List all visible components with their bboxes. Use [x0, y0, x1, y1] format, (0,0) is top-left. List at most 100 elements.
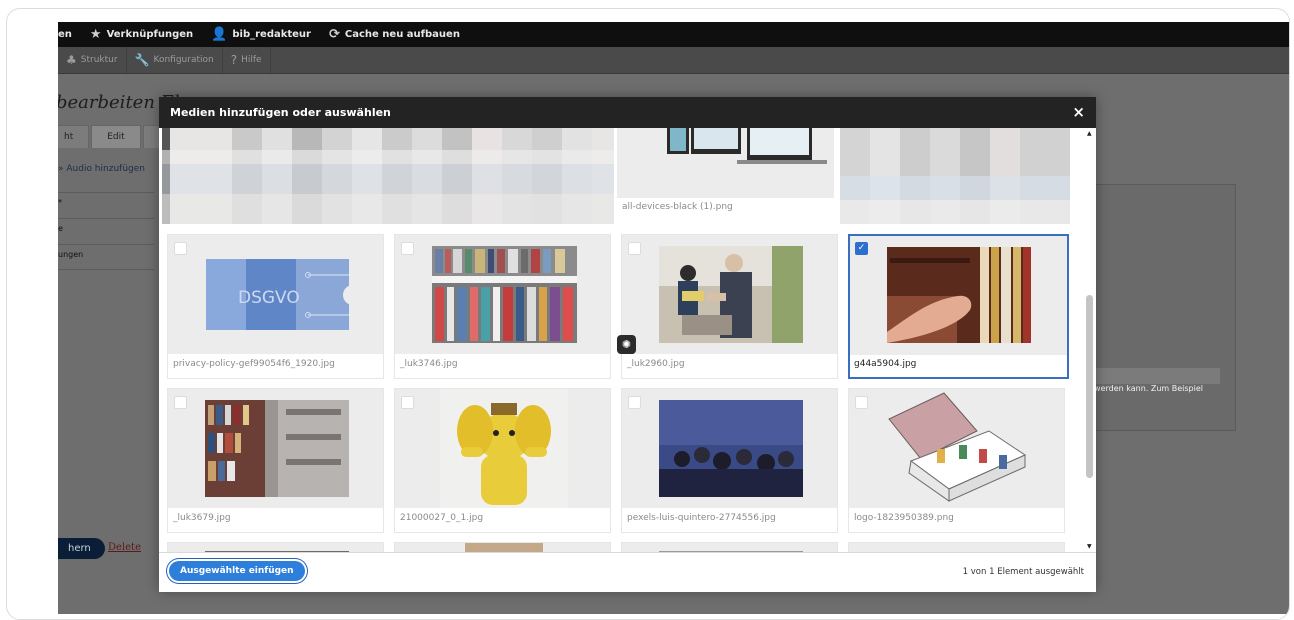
user-icon: 👤 — [211, 27, 227, 42]
media-filename: privacy-policy-gef99054f6_1920.jpg — [173, 359, 335, 369]
media-checkbox[interactable] — [628, 242, 641, 255]
toolbar-item-partial[interactable]: en — [58, 29, 72, 40]
dsgvo-text: DSGVO — [238, 288, 300, 308]
add-audio-link[interactable]: » Audio hinzufügen — [58, 164, 145, 174]
media-thumbnail — [395, 235, 610, 354]
scroll-up-icon[interactable]: ▲ — [1087, 130, 1092, 137]
hand-books-image — [850, 236, 1067, 355]
media-card[interactable]: 21000027_0_1.jpg — [394, 388, 611, 533]
media-card-pixelated — [162, 128, 614, 224]
media-checkbox[interactable] — [855, 396, 868, 409]
dialog-header: Medien hinzufügen oder auswählen × — [159, 97, 1096, 128]
media-card[interactable]: pexels-luis-quintero-2774556.jpg — [621, 388, 838, 533]
mascot-image — [395, 389, 611, 508]
media-filename: _luk2960.jpg — [627, 359, 685, 369]
bg-sidebar-panel — [1094, 184, 1236, 431]
toolbar-partial-label: en — [58, 29, 72, 40]
screenshot-frame: en ★ Verknüpfungen 👤 bib_redakteur ⟳ Cache … — [6, 8, 1290, 620]
dialog-scrollbar[interactable]: ▲ ▼ — [1084, 128, 1094, 552]
loading-spinner-icon: ✺ — [617, 335, 636, 354]
bookshelf-image — [395, 235, 611, 354]
tray-struktur-label: Struktur — [81, 55, 118, 65]
refresh-icon: ⟳ — [329, 27, 340, 42]
pixelated-image — [840, 128, 1070, 224]
toolbar-item-cache[interactable]: ⟳ Cache neu aufbauen — [329, 27, 460, 42]
toolbar-shortcuts-label: Verknüpfungen — [107, 29, 194, 40]
save-button[interactable]: hern — [58, 538, 105, 559]
media-card[interactable]: logo-1823950389.png — [848, 388, 1065, 533]
insert-selected-button[interactable]: Ausgewählte einfügen — [169, 561, 305, 581]
sitemap-icon: ♣ — [66, 53, 77, 67]
pixelated-image — [162, 128, 614, 224]
bg-form-row: ungen — [58, 244, 154, 270]
media-filename: 21000027_0_1.jpg — [400, 513, 483, 523]
media-filename: pexels-luis-quintero-2774556.jpg — [627, 513, 776, 523]
dsgvo-image: DSGVO — [168, 235, 384, 354]
media-card[interactable]: _luk2960.jpg — [621, 234, 838, 379]
media-checkbox-checked[interactable]: ✓ — [855, 242, 868, 255]
media-checkbox[interactable] — [401, 396, 414, 409]
bg-form-row: * — [58, 192, 154, 216]
wrench-icon: 🔧 — [135, 53, 150, 67]
toolbar-cache-label: Cache neu aufbauen — [345, 29, 460, 40]
bg-sidebar-field — [1094, 368, 1220, 384]
media-card-partial[interactable] — [621, 542, 838, 552]
help-icon: ? — [231, 53, 237, 67]
media-card-partial[interactable] — [167, 542, 384, 552]
media-thumbnail — [395, 389, 610, 508]
media-filename: _luk3746.jpg — [400, 359, 458, 369]
media-thumbnail — [617, 128, 834, 198]
media-thumbnail: DSGVO — [168, 235, 383, 354]
media-card-partial[interactable] — [848, 542, 1065, 552]
book-logo-image — [849, 389, 1065, 508]
selection-count: 1 von 1 Element ausgewählt — [963, 567, 1084, 577]
bg-form-row: e — [58, 218, 154, 242]
tab-edit[interactable]: Edit — [91, 125, 140, 148]
media-filename: all-devices-black (1).png — [622, 202, 733, 212]
tray-item-struktur[interactable]: ♣ Struktur — [58, 47, 127, 73]
toolbar-item-user[interactable]: 👤 bib_redakteur — [211, 27, 311, 42]
media-filename: g44a5904.jpg — [854, 359, 916, 369]
partial-thumbnail — [168, 543, 384, 552]
media-thumbnail — [622, 235, 837, 354]
browser-viewport: en ★ Verknüpfungen 👤 bib_redakteur ⟳ Cache … — [58, 22, 1290, 614]
audience-image — [622, 389, 838, 508]
reading-people-image — [622, 235, 838, 354]
admin-tray: ♣Struktur 🔧Konfiguration ?Hilfe | — [58, 47, 1290, 74]
media-filename: _luk3679.jpg — [173, 513, 231, 523]
media-card[interactable]: _luk3679.jpg — [167, 388, 384, 533]
media-card-partial[interactable] — [394, 542, 611, 552]
media-card[interactable]: all-devices-black (1).png — [617, 128, 834, 224]
bg-sidebar-hint: werden kann. Zum Beispiel — [1094, 384, 1244, 393]
media-filename: logo-1823950389.png — [854, 513, 954, 523]
star-icon: ★ — [90, 27, 102, 42]
media-checkbox[interactable] — [628, 396, 641, 409]
media-thumbnail — [849, 389, 1064, 508]
media-thumbnail — [168, 389, 383, 508]
delete-link[interactable]: Delete — [108, 542, 141, 553]
media-card[interactable]: _luk3746.jpg — [394, 234, 611, 379]
toolbar-item-shortcuts[interactable]: ★ Verknüpfungen — [90, 27, 193, 42]
media-thumbnail — [622, 389, 837, 508]
scroll-down-icon[interactable]: ▼ — [1087, 543, 1092, 550]
close-icon[interactable]: × — [1072, 103, 1085, 121]
partial-thumbnail — [849, 543, 1065, 552]
devices-image — [617, 128, 834, 198]
toolbar-user-label: bib_redakteur — [232, 29, 311, 40]
tray-konfiguration-label: Konfiguration — [154, 55, 214, 65]
tray-hilfe-label: Hilfe — [241, 55, 261, 65]
tab-view[interactable]: ht — [58, 125, 89, 148]
scrollbar-thumb[interactable] — [1086, 295, 1093, 478]
media-card[interactable]: DSGVO privacy-policy-gef99054f6_1920.jpg — [167, 234, 384, 379]
tray-item-hilfe[interactable]: ? Hilfe — [223, 47, 271, 73]
media-checkbox[interactable] — [401, 242, 414, 255]
media-card-selected[interactable]: ✓ g44a5904.jpg — [848, 234, 1069, 379]
tray-item-konfiguration[interactable]: 🔧 Konfiguration — [127, 47, 223, 73]
media-checkbox[interactable] — [174, 242, 187, 255]
dialog-title: Medien hinzufügen oder auswählen — [170, 106, 391, 119]
admin-toolbar: en ★ Verknüpfungen 👤 bib_redakteur ⟳ Cache … — [58, 22, 1290, 47]
media-thumbnail — [850, 236, 1067, 355]
media-card-pixelated — [840, 128, 1070, 224]
media-checkbox[interactable] — [174, 396, 187, 409]
partial-thumbnail — [622, 543, 838, 552]
